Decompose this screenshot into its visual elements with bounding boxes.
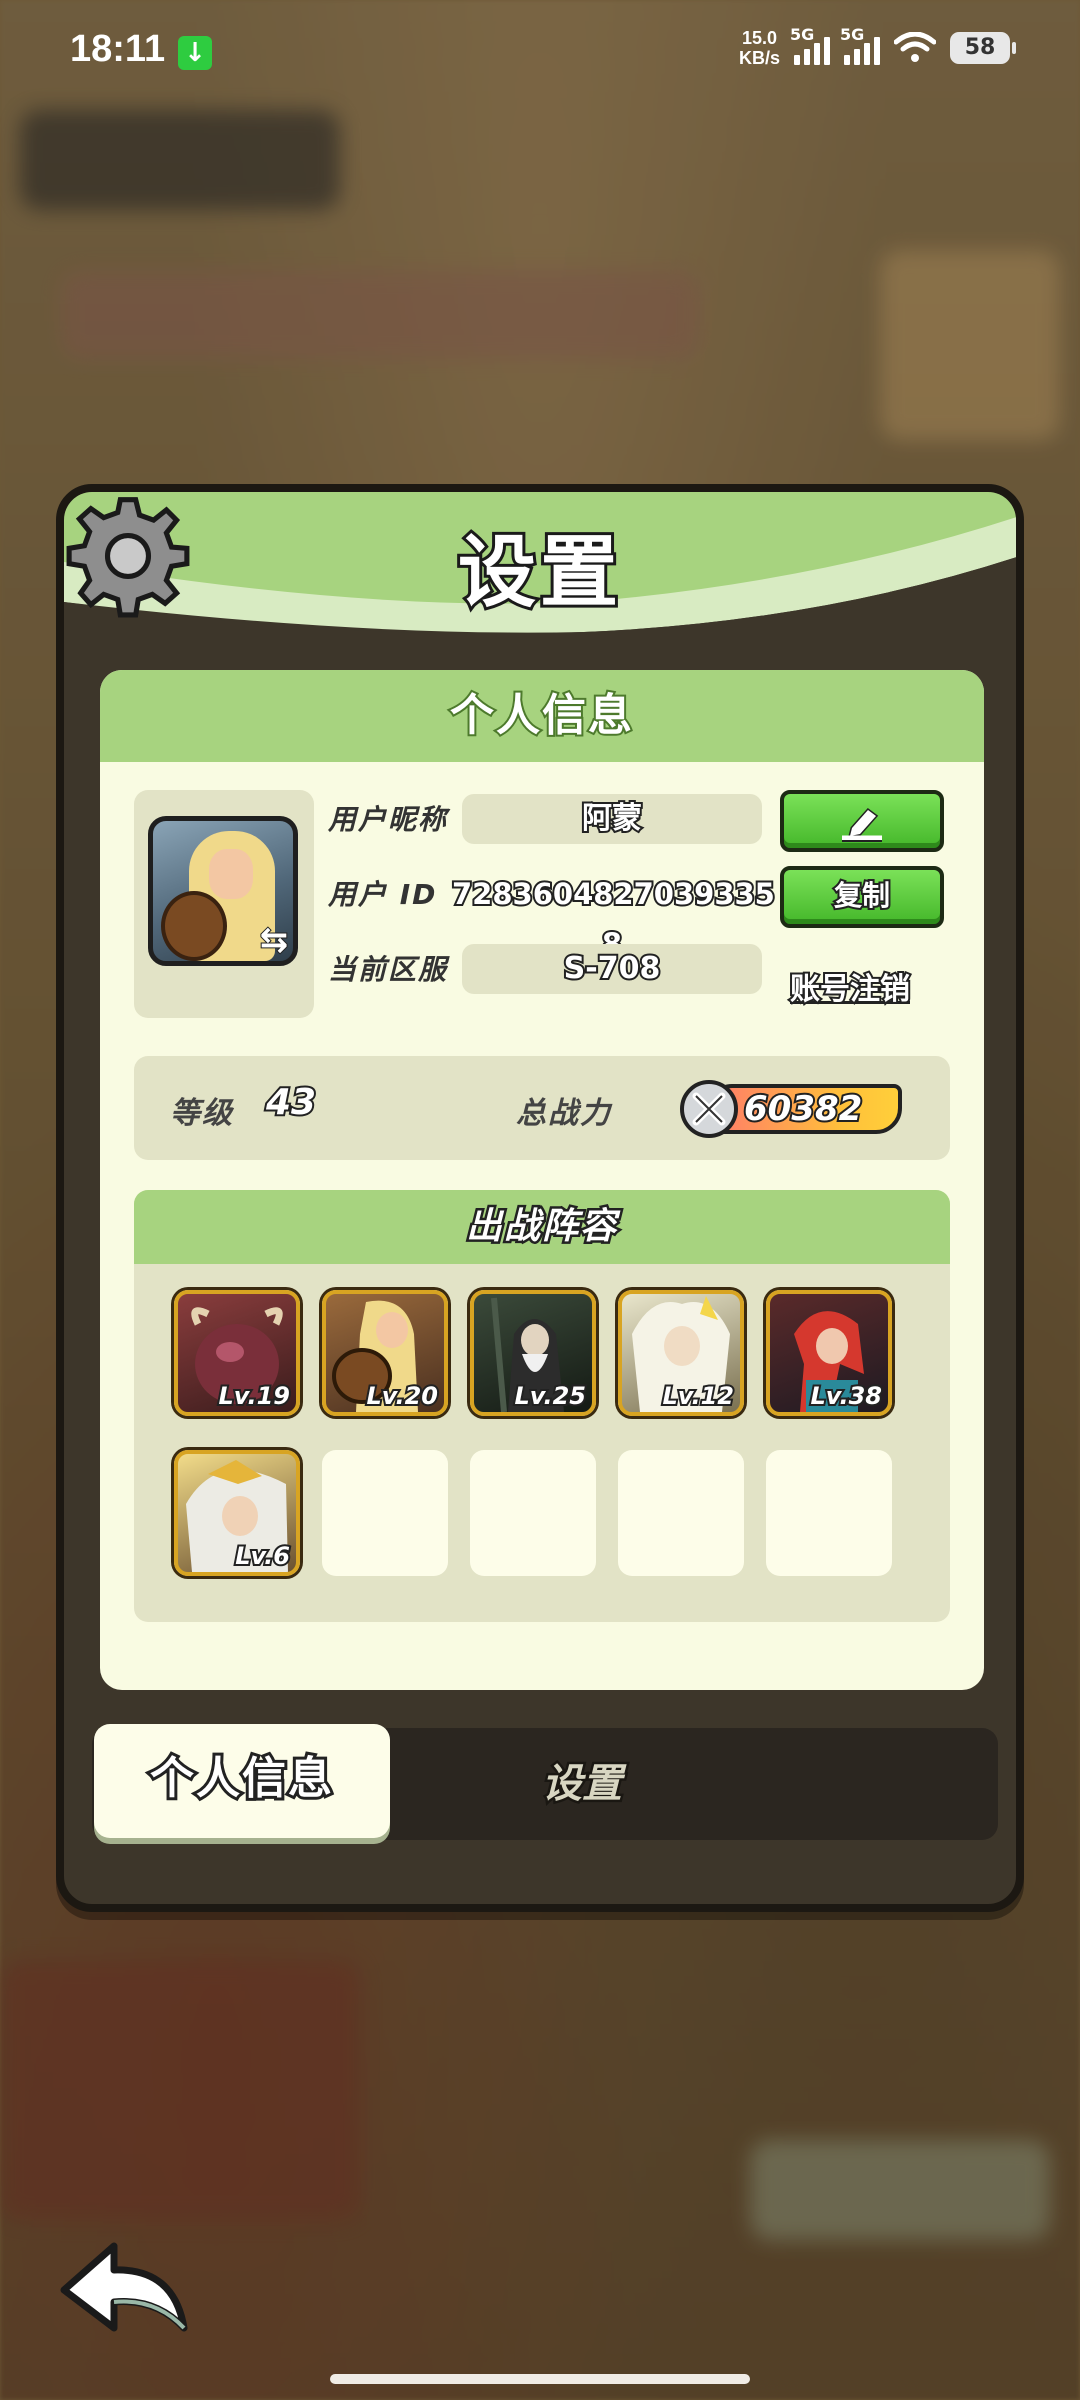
edit-icon xyxy=(842,807,882,842)
nickname-value: 阿蒙 xyxy=(462,794,762,844)
copy-id-button[interactable]: 复制 xyxy=(780,866,944,928)
server-label: 当前区服 xyxy=(328,953,449,986)
tab-profile[interactable]: 个人信息 xyxy=(94,1724,390,1838)
stats-bar: 等级 43 总战力 60382 xyxy=(134,1056,950,1160)
dialog-tab-bar: 个人信息 设置 xyxy=(92,1724,998,1840)
status-bar: 18:11 ↓ 15.0 KB/s 5G 5G 58 xyxy=(0,0,1080,100)
crossed-swords-icon xyxy=(680,1080,738,1138)
network-speed-unit: KB/s xyxy=(738,48,780,68)
level-value: 43 xyxy=(264,1080,318,1125)
dialog-header: 设置 xyxy=(64,492,1016,642)
hero-level: Lv.12 xyxy=(661,1380,736,1412)
settings-dialog: 设置 个人信息 ⇆ 用户昵称 阿蒙 用户 ID 7283604827039335… xyxy=(56,484,1024,1912)
home-indicator[interactable] xyxy=(330,2374,750,2384)
wifi-icon xyxy=(894,32,936,62)
level-label: 等级 xyxy=(170,1096,234,1131)
edit-nickname-button[interactable] xyxy=(780,790,944,852)
sim1-label: 5G xyxy=(790,25,815,44)
user-id-value: 7283604827039335​8 xyxy=(450,875,777,963)
avatar-container: ⇆ xyxy=(134,790,314,1018)
server-value: S-708 xyxy=(462,944,762,994)
hero-level: Lv.25 xyxy=(513,1380,588,1412)
empty-hero-slot[interactable] xyxy=(618,1450,744,1576)
power-badge: 60382 xyxy=(680,1080,910,1138)
signal-icon: 5G xyxy=(790,25,830,65)
download-icon: ↓ xyxy=(178,36,212,70)
power-value: 60382 xyxy=(742,1087,864,1131)
user-id-label: 用户 ID xyxy=(328,878,438,911)
signal-icon: 5G xyxy=(840,25,880,65)
back-arrow-icon[interactable] xyxy=(56,2232,196,2342)
hero-level: Lv.20 xyxy=(365,1380,440,1412)
empty-hero-slot[interactable] xyxy=(766,1450,892,1576)
nickname-label: 用户昵称 xyxy=(328,803,449,836)
hero-slot[interactable]: Lv.19 xyxy=(174,1290,300,1416)
battery-icon: 58 xyxy=(950,32,1016,64)
status-icons: 15.0 KB/s 5G 5G 58 xyxy=(739,25,1016,68)
hero-slot[interactable]: Lv.25 xyxy=(470,1290,596,1416)
hero-slot[interactable]: Lv.6 xyxy=(174,1450,300,1576)
lineup-title: 出战阵容 xyxy=(134,1190,950,1264)
tab-settings[interactable]: 设置 xyxy=(452,1728,712,1840)
hero-slot[interactable]: Lv.20 xyxy=(322,1290,448,1416)
dialog-title: 设置 xyxy=(455,525,622,621)
network-speed-value: 15.0 xyxy=(741,28,778,48)
profile-section-title: 个人信息 xyxy=(100,670,984,762)
swap-avatar-icon[interactable]: ⇆ xyxy=(254,919,294,961)
power-label: 总战力 xyxy=(516,1096,612,1131)
empty-hero-slot[interactable] xyxy=(470,1450,596,1576)
hero-level: Lv.38 xyxy=(809,1380,884,1412)
network-speed: 15.0 KB/s xyxy=(739,28,780,68)
hero-slot[interactable]: Lv.12 xyxy=(618,1290,744,1416)
hero-slot[interactable]: Lv.38 xyxy=(766,1290,892,1416)
profile-card: 个人信息 ⇆ 用户昵称 阿蒙 用户 ID 7283604827039335​8 … xyxy=(100,670,984,1690)
account-delete-link[interactable]: 账号注销 xyxy=(788,964,912,1009)
status-time: 18:11 xyxy=(70,28,166,70)
empty-hero-slot[interactable] xyxy=(322,1450,448,1576)
battle-lineup: 出战阵容 Lv.19 Lv.20 Lv.25 Lv.12 Lv.38 Lv.6 xyxy=(134,1190,950,1622)
hero-level: Lv.6 xyxy=(233,1540,292,1572)
sim2-label: 5G xyxy=(840,25,865,44)
hero-level: Lv.19 xyxy=(217,1380,292,1412)
